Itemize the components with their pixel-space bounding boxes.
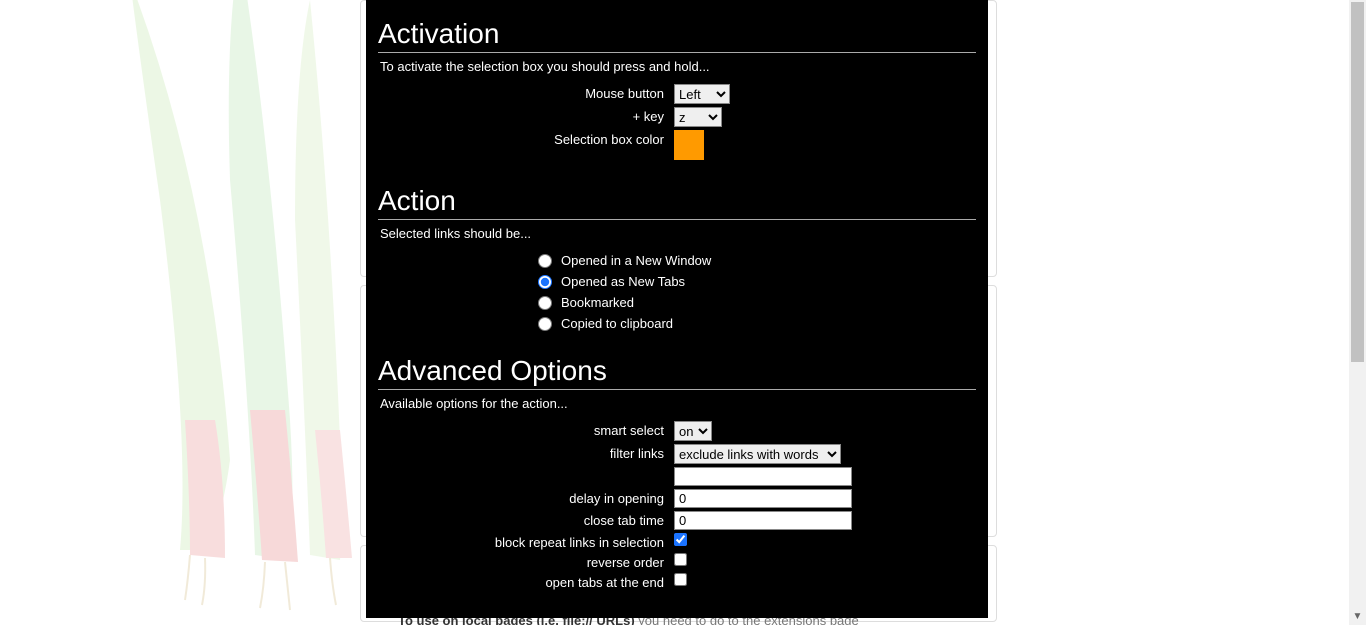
label-smart-select: smart select <box>378 421 674 438</box>
select-mouse-button[interactable]: Left <box>674 84 730 104</box>
checkbox-block-repeat[interactable] <box>674 533 687 546</box>
input-delay[interactable] <box>674 489 852 508</box>
radio-clipboard[interactable] <box>538 317 552 331</box>
section-title-action: Action <box>378 185 976 220</box>
radio-label-clipboard: Copied to clipboard <box>561 316 673 331</box>
action-radio-group: Opened in a New Window Opened as New Tab… <box>538 251 976 333</box>
radio-bookmarked[interactable] <box>538 296 552 310</box>
section-sub-advanced: Available options for the action... <box>380 396 976 411</box>
label-open-end: open tabs at the end <box>378 573 674 590</box>
radio-row-new-tabs[interactable]: Opened as New Tabs <box>538 272 976 291</box>
radio-label-new-tabs: Opened as New Tabs <box>561 274 685 289</box>
scrollbar-thumb[interactable] <box>1351 2 1364 362</box>
radio-row-bookmarked[interactable]: Bookmarked <box>538 293 976 312</box>
label-close-time: close tab time <box>378 511 674 528</box>
radio-new-window[interactable] <box>538 254 552 268</box>
options-dialog: Activation To activate the selection box… <box>366 0 988 618</box>
checkbox-reverse-order[interactable] <box>674 553 687 566</box>
radio-new-tabs[interactable] <box>538 275 552 289</box>
label-filter-links: filter links <box>378 444 674 461</box>
section-sub-action: Selected links should be... <box>380 226 976 241</box>
radio-label-new-window: Opened in a New Window <box>561 253 711 268</box>
label-reverse-order: reverse order <box>378 553 674 570</box>
radio-label-bookmarked: Bookmarked <box>561 295 634 310</box>
page-scrollbar[interactable]: ▲ ▼ <box>1349 0 1366 625</box>
label-filter-words <box>378 467 674 469</box>
selection-color-swatch[interactable] <box>674 130 704 160</box>
label-key: + key <box>378 107 674 124</box>
select-smart-select[interactable]: on <box>674 421 712 441</box>
input-close-time[interactable] <box>674 511 852 530</box>
input-filter-words[interactable] <box>674 467 852 486</box>
section-sub-activation: To activate the selection box you should… <box>380 59 976 74</box>
checkbox-open-end[interactable] <box>674 573 687 586</box>
select-key[interactable]: z <box>674 107 722 127</box>
radio-row-clipboard[interactable]: Copied to clipboard <box>538 314 976 333</box>
label-mouse-button: Mouse button <box>378 84 674 101</box>
radio-row-new-window[interactable]: Opened in a New Window <box>538 251 976 270</box>
label-block-repeat: block repeat links in selection <box>378 533 674 550</box>
section-title-advanced: Advanced Options <box>378 355 976 390</box>
section-title-activation: Activation <box>378 18 976 53</box>
scrollbar-down-arrow[interactable]: ▼ <box>1349 608 1366 625</box>
select-filter-links[interactable]: exclude links with words <box>674 444 841 464</box>
label-selection-color: Selection box color <box>378 130 674 147</box>
label-delay: delay in opening <box>378 489 674 506</box>
